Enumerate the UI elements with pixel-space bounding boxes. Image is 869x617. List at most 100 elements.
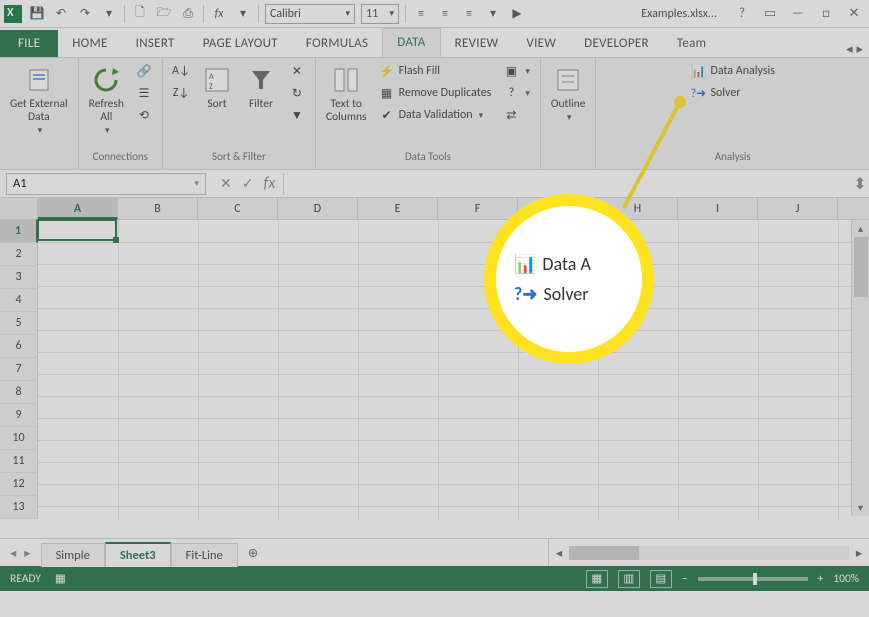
tab-file[interactable]: FILE <box>0 30 58 57</box>
font-name-selector[interactable]: Calibri▾ <box>265 4 355 24</box>
row-header[interactable]: 4 <box>0 289 38 312</box>
qat-more-icon[interactable]: ▾ <box>100 5 118 23</box>
page-break-view-icon[interactable]: ▤ <box>650 570 672 588</box>
normal-view-icon[interactable]: ▦ <box>586 570 608 588</box>
relationships-button[interactable]: ⇄ <box>501 106 532 124</box>
connections-button[interactable]: 🔗 <box>134 62 154 80</box>
remove-duplicates-button[interactable]: ▦Remove Duplicates <box>377 84 494 102</box>
zoom-knob[interactable] <box>753 573 757 585</box>
sheet-tab-sheet3[interactable]: Sheet3 <box>105 542 171 567</box>
tab-developer[interactable]: DEVELOPER <box>570 30 663 57</box>
zoom-slider[interactable] <box>698 577 808 581</box>
sheet-nav-next-icon[interactable]: ▸ <box>24 545 30 561</box>
maximize-button[interactable]: □ <box>815 6 837 21</box>
sort-button[interactable]: AZ Sort <box>199 62 235 113</box>
scroll-left-icon[interactable]: ◂ <box>549 545 569 561</box>
fx-button[interactable]: fx <box>263 174 275 193</box>
row-header[interactable]: 13 <box>0 496 38 519</box>
close-button[interactable]: ✕ <box>843 6 865 21</box>
column-header[interactable]: E <box>358 198 438 219</box>
column-header[interactable]: C <box>198 198 278 219</box>
zoom-out-icon[interactable]: − <box>682 572 688 586</box>
scrollbar-thumb[interactable] <box>569 546 639 560</box>
cell-area[interactable] <box>38 220 869 519</box>
fx-more-icon[interactable]: ▾ <box>234 5 252 23</box>
align-center-icon[interactable]: ≡ <box>436 5 454 23</box>
save-icon[interactable]: 💾 <box>28 5 46 23</box>
tab-review[interactable]: REVIEW <box>441 30 513 57</box>
new-icon[interactable]: 🗋 <box>131 5 149 23</box>
minimize-button[interactable]: — <box>787 6 809 21</box>
text-to-columns-button[interactable]: Text to Columns <box>324 62 369 126</box>
column-header[interactable]: F <box>438 198 518 219</box>
refresh-all-button[interactable]: Refresh All <box>87 62 126 139</box>
column-header[interactable]: A <box>38 198 118 219</box>
align-right-icon[interactable]: ≡ <box>460 5 478 23</box>
name-box[interactable]: A1▾ <box>6 173 206 195</box>
ribbon-display-icon[interactable]: ▭ <box>759 6 781 21</box>
row-header[interactable]: 9 <box>0 404 38 427</box>
open-icon[interactable]: 🗁 <box>155 5 173 23</box>
column-header[interactable]: I <box>678 198 758 219</box>
edit-links-button[interactable]: ⟲ <box>134 106 154 124</box>
tab-data[interactable]: DATA <box>382 28 440 57</box>
tab-home[interactable]: HOME <box>58 30 121 57</box>
undo-icon[interactable]: ↶ <box>52 5 70 23</box>
data-analysis-button[interactable]: 📊Data Analysis <box>688 62 777 80</box>
row-header[interactable]: 8 <box>0 381 38 404</box>
align-left-icon[interactable]: ≡ <box>412 5 430 23</box>
help-button[interactable]: ? <box>731 6 753 21</box>
zoom-level[interactable]: 100% <box>833 572 859 586</box>
cancel-formula-icon[interactable]: ✕ <box>220 175 232 192</box>
properties-button[interactable]: ☰ <box>134 84 154 102</box>
scrollbar-track[interactable] <box>569 546 849 560</box>
page-layout-view-icon[interactable]: ▥ <box>618 570 640 588</box>
filter-button[interactable]: Filter <box>243 62 279 113</box>
row-header[interactable]: 5 <box>0 312 38 335</box>
more-icon[interactable]: ▾ <box>484 5 502 23</box>
column-header[interactable]: B <box>118 198 198 219</box>
active-cell[interactable] <box>37 219 117 241</box>
scroll-down-icon[interactable]: ▾ <box>858 499 863 516</box>
row-header[interactable]: 7 <box>0 358 38 381</box>
expand-formula-bar-icon[interactable]: ⬍ <box>851 174 869 194</box>
clear-filter-button[interactable]: ✕ <box>287 62 307 80</box>
accept-formula-icon[interactable]: ✓ <box>242 175 254 192</box>
sheet-tab-fitline[interactable]: Fit-Line <box>171 543 238 567</box>
select-all-corner[interactable] <box>0 198 38 219</box>
get-external-data-button[interactable]: Get External Data <box>8 62 70 139</box>
scroll-right-icon[interactable]: ▸ <box>849 545 869 561</box>
zoom-in-icon[interactable]: + <box>818 572 824 586</box>
print-icon[interactable]: ⎙ <box>179 5 197 23</box>
sort-asc-button[interactable]: A↓ <box>171 62 191 80</box>
solver-button[interactable]: ?➜Solver <box>688 84 777 102</box>
row-header[interactable]: 1 <box>0 220 38 243</box>
scrollbar-thumb[interactable] <box>854 237 868 297</box>
sheet-tab-simple[interactable]: Simple <box>41 543 105 567</box>
tab-view[interactable]: VIEW <box>512 30 570 57</box>
font-size-selector[interactable]: 11▾ <box>361 4 399 24</box>
sort-desc-button[interactable]: Z↓ <box>171 84 191 102</box>
row-header[interactable]: 2 <box>0 243 38 266</box>
scroll-right-icon[interactable]: ▸ <box>856 42 863 57</box>
vertical-scrollbar[interactable]: ▴ ▾ <box>851 220 869 516</box>
scroll-left-icon[interactable]: ◂ <box>846 42 853 57</box>
redo-icon[interactable]: ↷ <box>76 5 94 23</box>
whatif-button[interactable]: ? <box>501 84 532 102</box>
row-header[interactable]: 12 <box>0 473 38 496</box>
row-header[interactable]: 6 <box>0 335 38 358</box>
fill-handle[interactable] <box>113 237 119 243</box>
play-icon[interactable]: ▶ <box>508 5 526 23</box>
data-validation-button[interactable]: ✔Data Validation <box>377 106 494 124</box>
outline-button[interactable]: Outline <box>549 62 588 126</box>
column-header[interactable]: D <box>278 198 358 219</box>
reapply-button[interactable]: ↻ <box>287 84 307 102</box>
tab-page-layout[interactable]: PAGE LAYOUT <box>189 30 292 57</box>
advanced-filter-button[interactable]: ▼ <box>287 106 307 124</box>
row-header[interactable]: 10 <box>0 427 38 450</box>
new-sheet-button[interactable]: ⊕ <box>238 545 268 561</box>
fx-icon[interactable]: fx <box>210 5 228 23</box>
tab-insert[interactable]: INSERT <box>122 30 189 57</box>
row-header[interactable]: 11 <box>0 450 38 473</box>
sheet-nav-prev-icon[interactable]: ◂ <box>10 545 16 561</box>
